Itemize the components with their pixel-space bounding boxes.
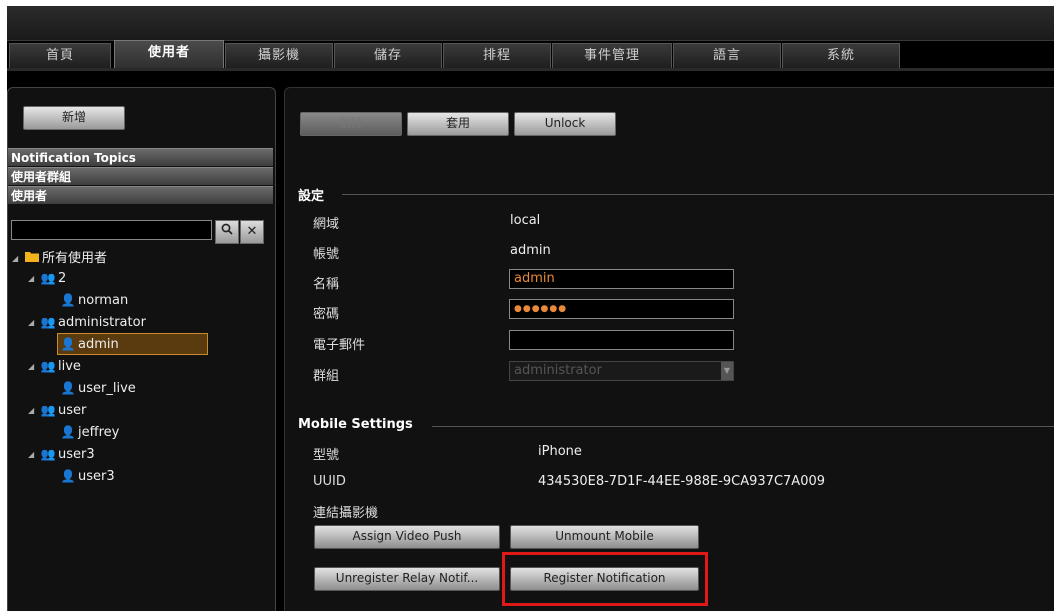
apply-button[interactable]: 套用 [407, 112, 509, 136]
app-window: 首頁 使用者 攝影機 儲存 排程 事件管理 語言 系統 新增 Notificat… [7, 6, 1054, 611]
expanded-triangle-icon: ◢ [28, 405, 35, 415]
admin-user-icon: 👤 [60, 337, 76, 351]
mobile-settings-divider [432, 426, 1054, 427]
tab-camera[interactable]: 攝影機 [225, 43, 333, 70]
highlight-box [502, 552, 708, 606]
domain-label: 網域 [313, 217, 340, 232]
group-icon: 👥 [40, 447, 56, 461]
domain-value: local [510, 213, 541, 228]
tab-users[interactable]: 使用者 [114, 40, 224, 71]
main-tabs: 首頁 使用者 攝影機 儲存 排程 事件管理 語言 系統 [7, 40, 1054, 71]
tree-group-administrator[interactable]: ◢ 👥 administrator [28, 312, 146, 332]
model-value: iPhone [538, 444, 582, 459]
uuid-label: UUID [313, 474, 346, 489]
tab-divider [7, 68, 1054, 71]
uuid-value: 434530E8-7D1F-44EE-988E-9CA937C7A009 [538, 474, 826, 489]
clear-icon[interactable]: ✕ [240, 220, 264, 244]
section-users[interactable]: 使用者 [8, 186, 273, 204]
tree-group-user[interactable]: ◢ 👥 user [28, 400, 86, 420]
unmount-mobile-button[interactable]: Unmount Mobile [510, 525, 699, 549]
user-label: admin [78, 337, 119, 352]
expanded-triangle-icon: ◢ [28, 361, 35, 371]
link-camera-label: 連結攝影機 [313, 506, 379, 521]
user-icon: 👤 [60, 469, 76, 483]
user-label: user3 [78, 469, 115, 484]
unregister-relay-notification-button[interactable]: Unregister Relay Notif... [314, 567, 500, 591]
tab-storage[interactable]: 儲存 [334, 43, 442, 70]
tree-group-live[interactable]: ◢ 👥 live [28, 356, 81, 376]
tree-user-user-live[interactable]: 👤 user_live [58, 378, 136, 398]
group-icon: 👥 [40, 271, 56, 285]
email-field[interactable] [509, 330, 734, 350]
tree-group-user3[interactable]: ◢ 👥 user3 [28, 444, 95, 464]
model-label: 型號 [313, 448, 340, 463]
assign-video-push-button[interactable]: Assign Video Push [314, 525, 500, 549]
delete-button[interactable]: 刪除 [300, 112, 402, 136]
add-button[interactable]: 新增 [23, 106, 125, 130]
tree-root-label: 所有使用者 [42, 251, 108, 266]
settings-legend: 設定 [298, 189, 325, 204]
tree-user-user3[interactable]: 👤 user3 [58, 466, 115, 486]
search-icon[interactable] [215, 220, 239, 244]
tree-user-norman[interactable]: 👤 norman [58, 290, 129, 310]
expanded-triangle-icon: ◢ [28, 317, 35, 327]
tree-group-2[interactable]: ◢ 👥 2 [28, 268, 66, 288]
tab-event-management[interactable]: 事件管理 [552, 43, 672, 70]
user-tree-panel: 新增 Notification Topics 使用者群組 使用者 ✕ ◢ 所有使用… [7, 87, 276, 611]
expanded-triangle-icon: ◢ [28, 273, 35, 283]
group-label: live [58, 359, 81, 374]
user-label: norman [78, 293, 129, 308]
email-label: 電子郵件 [313, 338, 366, 353]
group-select[interactable]: administrator ▼ [509, 361, 734, 381]
group-select-value: administrator [514, 363, 602, 378]
section-notification-topics[interactable]: Notification Topics [8, 148, 273, 166]
password-field[interactable]: ●●●●●● [509, 299, 734, 319]
user-icon: 👤 [60, 293, 76, 307]
chevron-down-icon[interactable]: ▼ [721, 362, 733, 380]
group-label: user [58, 403, 87, 418]
user-label: user_live [78, 381, 136, 396]
group-label: administrator [58, 315, 146, 330]
account-label: 帳號 [313, 247, 340, 262]
tree-user-jeffrey[interactable]: 👤 jeffrey [58, 422, 120, 442]
user-icon: 👤 [60, 381, 76, 395]
folder-icon [22, 248, 42, 268]
expanded-triangle-icon: ◢ [28, 449, 35, 459]
password-label: 密碼 [313, 307, 340, 322]
tab-language[interactable]: 語言 [673, 43, 781, 70]
expanded-triangle-icon: ◢ [12, 253, 19, 263]
tree-root[interactable]: ◢ 所有使用者 [12, 248, 107, 268]
account-value: admin [510, 243, 551, 258]
tab-home[interactable]: 首頁 [9, 43, 111, 70]
top-bar [7, 6, 1054, 41]
name-label: 名稱 [313, 277, 340, 292]
group-label: 2 [58, 271, 67, 286]
user-search-input[interactable] [11, 220, 212, 240]
tab-schedule[interactable]: 排程 [443, 43, 551, 70]
tree-user-admin[interactable]: 👤 admin [57, 333, 208, 355]
group-label: user3 [58, 447, 95, 462]
group-icon: 👥 [40, 315, 56, 329]
group-label: 群組 [313, 369, 340, 384]
unlock-button[interactable]: Unlock [514, 112, 616, 136]
mobile-settings-legend: Mobile Settings [298, 417, 413, 432]
tab-system[interactable]: 系統 [782, 43, 900, 70]
name-field[interactable]: admin [509, 269, 734, 289]
user-label: jeffrey [78, 425, 120, 440]
user-detail-panel: 刪除 套用 Unlock 設定 網域 local 帳號 admin 名稱 adm… [284, 87, 1054, 611]
settings-divider [342, 194, 1054, 195]
group-icon: 👥 [40, 403, 56, 417]
group-icon: 👥 [40, 359, 56, 373]
user-icon: 👤 [60, 425, 76, 439]
section-user-groups[interactable]: 使用者群組 [8, 167, 273, 185]
